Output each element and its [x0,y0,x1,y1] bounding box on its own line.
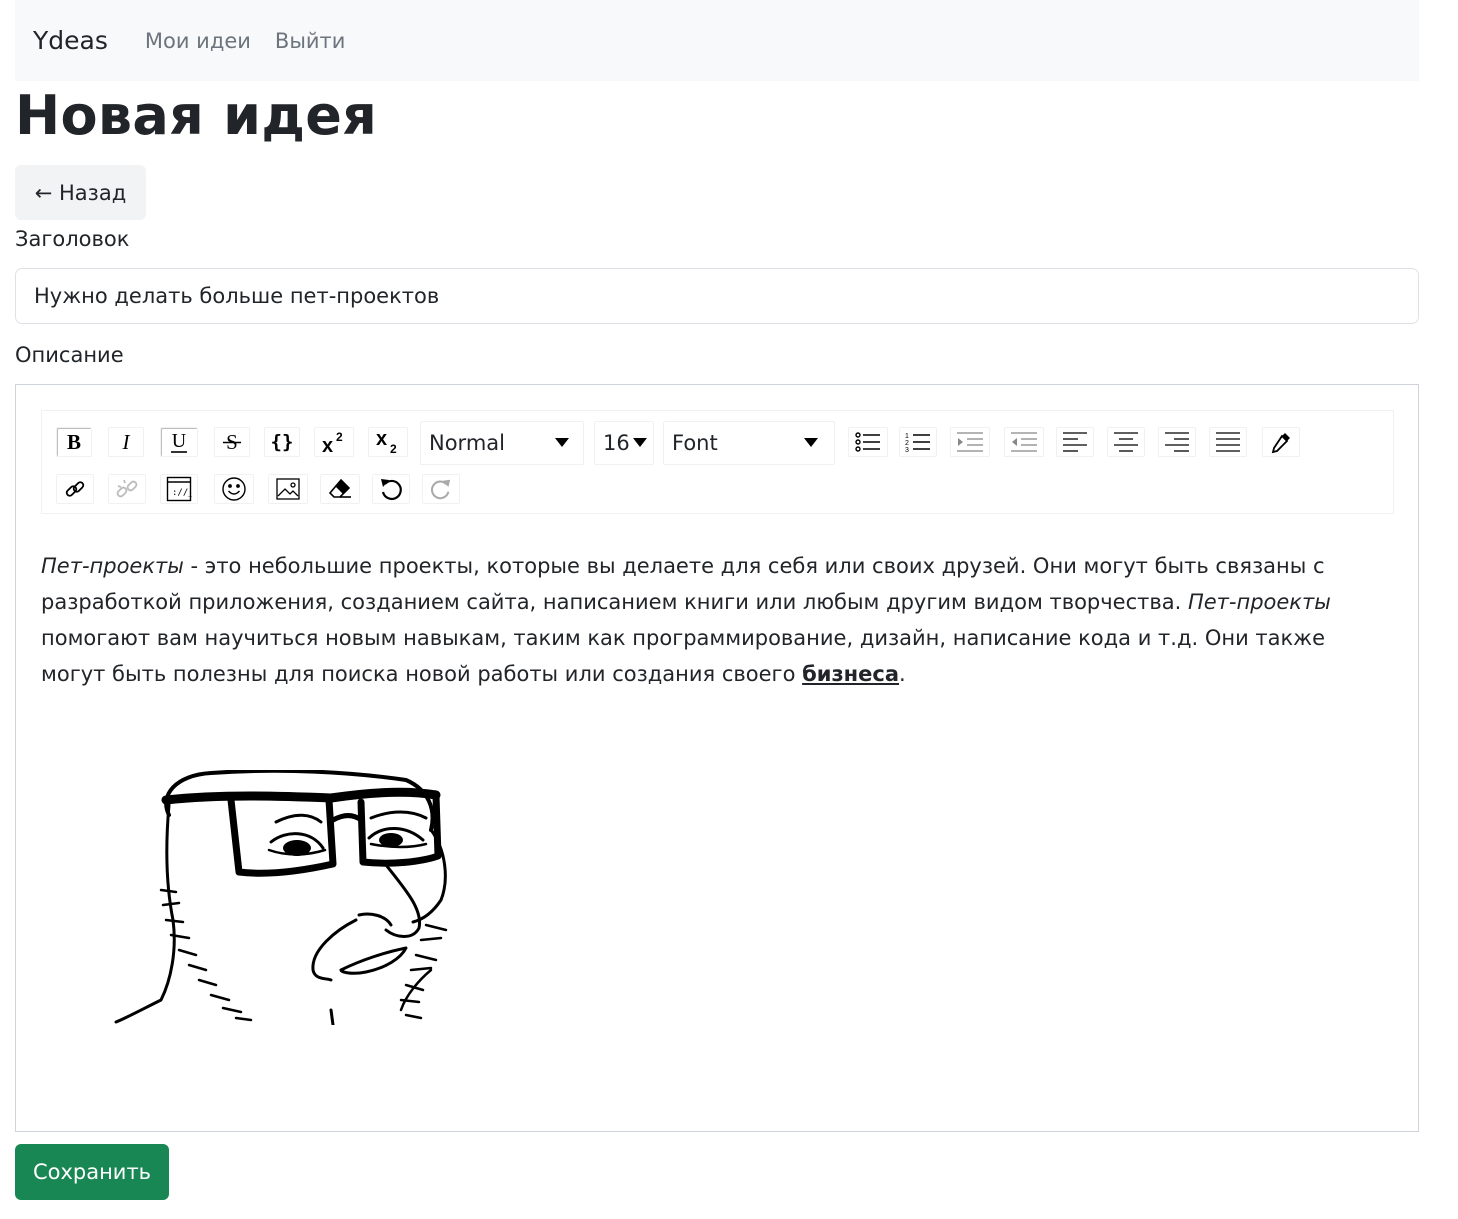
svg-text:{}: {} [271,431,294,453]
underline-icon[interactable]: U [160,427,198,457]
chevron-down-icon [633,438,647,447]
description-paragraph: Пет-проекты - это небольшие проекты, кот… [41,548,1391,692]
redo-icon[interactable] [422,474,460,504]
align-right-icon[interactable] [1158,427,1196,457]
code-icon[interactable]: {} [264,427,300,457]
title-label: Заголовок [15,227,130,251]
color-picker-icon[interactable] [1262,427,1300,457]
meme-image[interactable] [101,770,461,1025]
strikethrough-icon[interactable]: S [214,427,250,457]
svg-text:2: 2 [390,442,397,455]
font-size-dropdown[interactable]: 16 [594,421,654,465]
text-span: . [899,662,906,686]
chevron-down-icon [804,438,818,447]
bold-icon[interactable]: B [56,427,92,457]
block-type-dropdown[interactable]: Normal [420,421,584,465]
svg-text:3: 3 [905,447,909,453]
italic-text: Пет-проекты [1187,590,1331,614]
eraser-icon[interactable] [320,474,360,504]
back-button[interactable]: ← Назад [15,165,146,220]
align-justify-icon[interactable] [1209,427,1247,457]
unlink-icon[interactable] [108,474,146,504]
indent-icon[interactable] [950,427,990,457]
navbar: Ydeas Мои идеи Выйти [15,0,1419,81]
undo-icon[interactable] [372,474,410,504]
svg-text:://_: ://_ [172,488,192,498]
text-span: помогают вам научиться новым навыкам, та… [41,626,1326,686]
italic-text: Пет-проекты [41,554,184,578]
editor-content[interactable]: Пет-проекты - это небольшие проекты, кот… [41,548,1391,692]
align-left-icon[interactable] [1056,427,1094,457]
svg-text:2: 2 [905,440,909,447]
subscript-icon[interactable]: x2 [368,427,408,457]
editor-toolbar: B I U S {} x2 x2 Normal 16 Font 1 2 3:/… [41,410,1394,514]
svg-text:x: x [322,435,333,454]
align-center-icon[interactable] [1107,427,1145,457]
italic-icon[interactable]: I [108,427,144,457]
brand-logo[interactable]: Ydeas [33,26,108,55]
font-family-dropdown[interactable]: Font [663,421,835,465]
superscript-icon[interactable]: x2 [314,427,354,457]
title-input[interactable] [15,268,1419,324]
link-icon[interactable] [56,474,94,504]
svg-text:1: 1 [905,433,909,440]
bold-underlined-text: бизнеса [802,662,900,686]
ordered-list-icon[interactable]: 123 [899,427,937,457]
svg-text:B: B [67,431,81,453]
svg-text:2: 2 [336,430,343,444]
nav-link-logout[interactable]: Выйти [275,29,346,53]
outdent-icon[interactable] [1004,427,1044,457]
svg-text:x: x [376,429,387,450]
save-button[interactable]: Сохранить [15,1144,169,1200]
image-icon[interactable] [268,474,308,504]
svg-text:I: I [122,431,131,453]
emoji-icon[interactable] [214,474,254,504]
page-title: Новая идея [15,84,378,147]
font-family-value: Font [672,431,718,455]
block-type-value: Normal [429,431,505,455]
svg-text:U: U [172,430,187,452]
chevron-down-icon [555,438,569,447]
font-size-value: 16 [603,431,630,455]
embedded-icon[interactable]: ://_ [160,474,198,504]
description-label: Описание [15,343,124,367]
rich-text-editor: B I U S {} x2 x2 Normal 16 Font 1 2 3:/… [15,384,1419,1132]
text-span: - это небольшие проекты, которые вы дела… [41,554,1325,614]
unordered-list-icon[interactable] [848,427,888,457]
nav-link-my-ideas[interactable]: Мои идеи [145,29,251,53]
